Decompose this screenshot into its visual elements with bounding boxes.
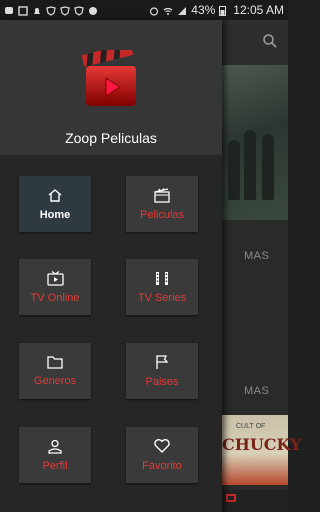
shield-icon [74,5,84,16]
more-link[interactable]: MAS [244,250,269,262]
menu-favorito-button[interactable]: Favorito [126,427,198,483]
poster-subtitle: CULT OF [236,423,266,430]
menu-label: Perfil [42,459,68,472]
film-icon [154,187,170,203]
menu-tv-online-button[interactable]: TV Online [19,259,91,315]
image-icon [18,5,28,16]
messenger-icon [88,5,98,15]
poster-title: CHUCKY [222,435,302,454]
tv-icon [46,270,64,286]
menu-label: Paises [145,375,179,388]
menu-paises-button[interactable]: Paises [126,343,198,399]
clock: 12:05 AM [233,3,284,17]
menu-generos-button[interactable]: Generos [19,343,91,399]
wifi-icon [163,5,173,15]
menu-home-button[interactable]: Home [19,176,91,232]
battery-percent: 43% [191,3,216,17]
bell-icon [32,5,42,15]
status-bar: 43% 12:05 AM [0,0,288,20]
background-bottom-bar [222,490,288,512]
menu-label: Generos [33,375,77,387]
folder-icon [47,356,63,369]
heart-icon [154,439,170,453]
more-link[interactable]: MAS [244,385,269,397]
movie-poster[interactable]: CULT OF CHUCKY [222,415,301,485]
menu-perfil-button[interactable]: Perfil [19,427,91,483]
chat-icon [4,5,14,15]
navigation-drawer: Zoop Peliculas Home Peliculas TV Online … [0,20,222,512]
person-icon [48,439,62,454]
menu-label: Favorito [142,460,182,472]
menu-peliculas-button[interactable]: Peliculas [126,176,198,232]
flag-icon [156,354,169,369]
menu-label: Home [39,208,71,221]
menu-label: TV Series [137,291,187,304]
movie-poster[interactable] [222,65,288,220]
search-icon[interactable] [262,33,278,54]
background-content: MAS MAS CULT OF CHUCKY [222,20,301,512]
app-logo [80,43,140,110]
menu-tv-series-button[interactable]: TV Series [126,259,198,315]
app-title: Zoop Peliculas [65,130,157,146]
alarm-icon [149,5,159,16]
drawer-header: Zoop Peliculas [0,20,222,155]
home-icon [48,188,62,202]
shield-icon [60,5,70,16]
signal-icon [177,5,187,15]
menu-label: Peliculas [139,208,185,221]
background-toolbar [222,20,288,65]
shield-icon [46,5,56,16]
menu-label: TV Online [30,291,80,304]
battery-icon [219,5,229,16]
tv-icon[interactable] [226,494,236,502]
film-strip-icon [156,271,168,285]
